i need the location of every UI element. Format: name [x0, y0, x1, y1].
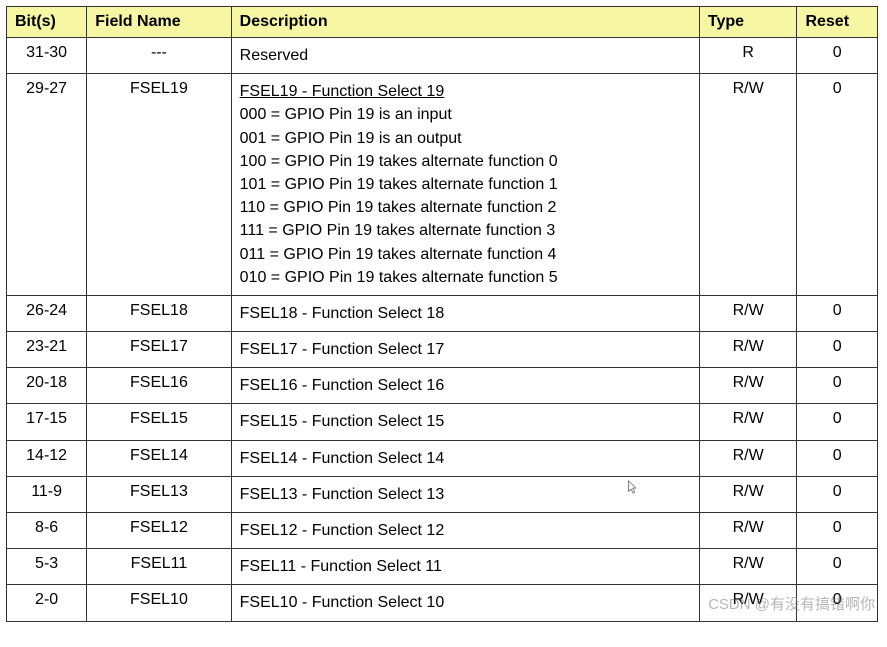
table-row: 31-30--- Reserved R0 — [7, 38, 878, 74]
cell-type: R/W — [699, 74, 797, 296]
description-title: FSEL19 - Function Select 19 — [240, 83, 445, 100]
cell-description: FSEL12 - Function Select 12 — [231, 513, 699, 549]
table-row: 23-21FSEL17 FSEL17 - Function Select 17 R/… — [7, 332, 878, 368]
table-row: 17-15FSEL15 FSEL15 - Function Select 15 R/… — [7, 404, 878, 440]
description-line: FSEL10 - Function Select 10 — [240, 594, 445, 611]
cell-reset: 0 — [797, 332, 878, 368]
cell-bits: 8-6 — [7, 513, 87, 549]
cell-field-name: --- — [87, 38, 231, 74]
description-line: FSEL12 - Function Select 12 — [240, 522, 445, 539]
cell-bits: 29-27 — [7, 74, 87, 296]
table-header-row: Bit(s) Field Name Description Type Reset — [7, 7, 878, 38]
description-line: FSEL13 - Function Select 13 — [240, 486, 445, 503]
cell-reset: 0 — [797, 549, 878, 585]
cell-field-name: FSEL11 — [87, 549, 231, 585]
table-row: 26-24FSEL18 FSEL18 - Function Select 18 R/… — [7, 295, 878, 331]
cell-field-name: FSEL12 — [87, 513, 231, 549]
cell-type: R/W — [699, 585, 797, 621]
cell-bits: 31-30 — [7, 38, 87, 74]
col-header-reset: Reset — [797, 7, 878, 38]
description-line: 110 = GPIO Pin 19 takes alternate functi… — [240, 199, 557, 216]
cell-description: Reserved — [231, 38, 699, 74]
cell-type: R/W — [699, 295, 797, 331]
cell-field-name: FSEL13 — [87, 476, 231, 512]
cell-description: FSEL15 - Function Select 15 — [231, 404, 699, 440]
cell-description: FSEL17 - Function Select 17 — [231, 332, 699, 368]
cell-reset: 0 — [797, 585, 878, 621]
description-line: 010 = GPIO Pin 19 takes alternate functi… — [240, 269, 558, 286]
cell-description: FSEL18 - Function Select 18 — [231, 295, 699, 331]
description-line: FSEL15 - Function Select 15 — [240, 413, 445, 430]
table-row: 29-27FSEL19FSEL19 - Function Select 1900… — [7, 74, 878, 296]
cell-description: FSEL19 - Function Select 19 000 = GPIO Pi… — [231, 74, 699, 296]
description-line: FSEL14 - Function Select 14 — [240, 450, 445, 467]
cell-reset: 0 — [797, 295, 878, 331]
cell-type: R/W — [699, 332, 797, 368]
cell-bits: 14-12 — [7, 440, 87, 476]
cell-description: FSEL13 - Function Select 13 — [231, 476, 699, 512]
cell-type: R/W — [699, 549, 797, 585]
table-row: 8-6FSEL12 FSEL12 - Function Select 12 R/W0 — [7, 513, 878, 549]
description-line: 100 = GPIO Pin 19 takes alternate functi… — [240, 153, 558, 170]
cell-description: FSEL16 - Function Select 16 — [231, 368, 699, 404]
cell-description: FSEL11 - Function Select 11 — [231, 549, 699, 585]
cell-field-name: FSEL17 — [87, 332, 231, 368]
cell-bits: 20-18 — [7, 368, 87, 404]
cell-type: R/W — [699, 440, 797, 476]
description-line: FSEL11 - Function Select 11 — [240, 558, 442, 575]
description-line: 000 = GPIO Pin 19 is an input — [240, 106, 452, 123]
description-line: Reserved — [240, 47, 308, 64]
description-line: FSEL18 - Function Select 18 — [240, 305, 445, 322]
description-line: 101 = GPIO Pin 19 takes alternate functi… — [240, 176, 558, 193]
cell-reset: 0 — [797, 513, 878, 549]
cell-reset: 0 — [797, 368, 878, 404]
cell-bits: 17-15 — [7, 404, 87, 440]
cell-description: FSEL14 - Function Select 14 — [231, 440, 699, 476]
description-line: FSEL17 - Function Select 17 — [240, 341, 445, 358]
cell-type: R/W — [699, 368, 797, 404]
cell-type: R/W — [699, 476, 797, 512]
cell-reset: 0 — [797, 404, 878, 440]
cell-description: FSEL10 - Function Select 10 — [231, 585, 699, 621]
cell-type: R/W — [699, 404, 797, 440]
cell-bits: 23-21 — [7, 332, 87, 368]
table-row: 14-12FSEL14 FSEL14 - Function Select 14 R/… — [7, 440, 878, 476]
cell-type: R — [699, 38, 797, 74]
cell-field-name: FSEL15 — [87, 404, 231, 440]
cell-field-name: FSEL14 — [87, 440, 231, 476]
description-line: 111 = GPIO Pin 19 takes alternate functi… — [240, 222, 556, 239]
description-line: FSEL16 - Function Select 16 — [240, 377, 445, 394]
cell-field-name: FSEL18 — [87, 295, 231, 331]
table-row: 11-9FSEL13 FSEL13 - Function Select 13 R/W… — [7, 476, 878, 512]
table-row: 5-3FSEL11 FSEL11 - Function Select 11 R/W0 — [7, 549, 878, 585]
col-header-bits: Bit(s) — [7, 7, 87, 38]
cell-field-name: FSEL16 — [87, 368, 231, 404]
cell-reset: 0 — [797, 74, 878, 296]
description-line: 011 = GPIO Pin 19 takes alternate functi… — [240, 246, 557, 263]
cell-field-name: FSEL19 — [87, 74, 231, 296]
col-header-field: Field Name — [87, 7, 231, 38]
description-line: 001 = GPIO Pin 19 is an output — [240, 130, 462, 147]
table-row: 20-18FSEL16 FSEL16 - Function Select 16 R/… — [7, 368, 878, 404]
table-row: 2-0FSEL10 FSEL10 - Function Select 10 R/W0 — [7, 585, 878, 621]
cell-bits: 2-0 — [7, 585, 87, 621]
col-header-desc: Description — [231, 7, 699, 38]
register-bitfield-table: Bit(s) Field Name Description Type Reset… — [6, 6, 878, 622]
cell-reset: 0 — [797, 38, 878, 74]
cell-bits: 5-3 — [7, 549, 87, 585]
cell-bits: 11-9 — [7, 476, 87, 512]
col-header-type: Type — [699, 7, 797, 38]
cell-field-name: FSEL10 — [87, 585, 231, 621]
cell-reset: 0 — [797, 440, 878, 476]
cell-reset: 0 — [797, 476, 878, 512]
cell-bits: 26-24 — [7, 295, 87, 331]
cell-type: R/W — [699, 513, 797, 549]
